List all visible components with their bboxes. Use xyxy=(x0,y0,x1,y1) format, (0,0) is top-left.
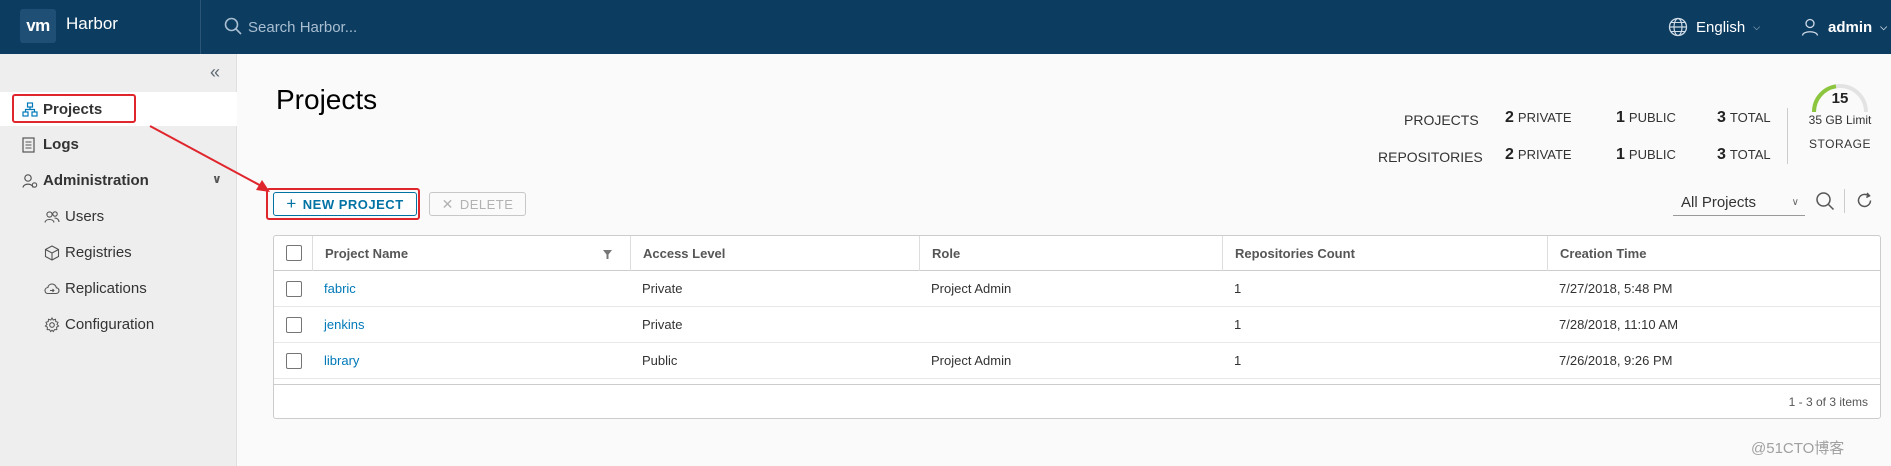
projects-public-stat: 1 PUBLIC xyxy=(1616,109,1676,126)
sidebar-item-label: Administration xyxy=(43,171,149,189)
sidebar-item-label: Logs xyxy=(43,135,79,153)
refresh-icon[interactable] xyxy=(1855,191,1874,210)
project-name-link[interactable]: fabric xyxy=(312,271,356,307)
vmware-logo: vm xyxy=(20,9,56,43)
toolbar-divider xyxy=(1844,189,1845,213)
repositories-private-stat: 2 PRIVATE xyxy=(1505,146,1572,163)
repositories-count-cell: 1 xyxy=(1234,353,1242,368)
annotation-highlight-box xyxy=(12,94,136,123)
access-level-cell: Public xyxy=(642,353,678,368)
role-cell: Project Admin xyxy=(931,353,1012,368)
users-icon xyxy=(44,211,60,223)
repositories-count-cell: 1 xyxy=(1234,317,1242,332)
delete-label: DELETE xyxy=(459,196,514,212)
repositories-total-stat: 3 TOTAL xyxy=(1717,146,1771,163)
top-header: vm Harbor English ⌵ admin ⌵ xyxy=(0,0,1891,54)
sidebar-item-registries[interactable]: Registries xyxy=(0,235,237,269)
row-checkbox[interactable] xyxy=(286,281,302,297)
table-header: Project Name Access Level Role Repositor… xyxy=(274,236,1880,271)
page-title: Projects xyxy=(276,84,378,115)
language-label: English xyxy=(1696,18,1746,36)
project-name-link[interactable]: library xyxy=(312,343,359,379)
repositories-stat-label: REPOSITORIES xyxy=(1378,149,1483,165)
search-icon xyxy=(224,17,242,35)
sidebar-item-label: Users xyxy=(65,207,105,225)
projects-table: Project Name Access Level Role Repositor… xyxy=(273,235,1881,419)
project-name-link[interactable]: jenkins xyxy=(312,307,364,343)
app-title[interactable]: Harbor xyxy=(66,14,118,34)
global-search[interactable] xyxy=(224,14,604,40)
storage-used-value: 15 xyxy=(1831,90,1849,107)
user-menu[interactable]: admin ⌵ xyxy=(1800,13,1887,41)
table-row[interactable]: library Public Project Admin 1 7/26/2018… xyxy=(274,343,1880,379)
project-filter-select[interactable]: All Projects ∨ xyxy=(1673,190,1805,216)
creation-time-cell: 7/26/2018, 9:26 PM xyxy=(1559,353,1673,368)
projects-total-stat: 3 TOTAL xyxy=(1717,109,1771,126)
filter-selected-value: All Projects xyxy=(1681,194,1757,211)
table-row[interactable]: jenkins Private 1 7/28/2018, 11:10 AM xyxy=(274,307,1880,343)
annotation-arrow xyxy=(149,125,270,192)
sidebar-item-configuration[interactable]: Configuration xyxy=(0,307,237,341)
sidebar-item-replications[interactable]: Replications xyxy=(0,271,237,305)
repositories-public-stat: 1 PUBLIC xyxy=(1616,146,1676,163)
username-label: admin xyxy=(1828,18,1873,36)
role-cell xyxy=(919,307,931,343)
creation-time-cell: 7/27/2018, 5:48 PM xyxy=(1559,281,1673,296)
chevron-down-icon: ∨ xyxy=(1791,197,1799,208)
stats-divider xyxy=(1787,108,1788,164)
creation-time-cell: 7/28/2018, 11:10 AM xyxy=(1559,317,1679,332)
table-row[interactable]: fabric Private Project Admin 1 7/27/2018… xyxy=(274,271,1880,307)
sidebar-item-users[interactable]: Users xyxy=(0,199,237,233)
watermark: @51CTO博客 xyxy=(1751,440,1845,457)
annotation-highlight-box xyxy=(266,188,420,220)
pagination-summary: 1 - 3 of 3 items xyxy=(1788,395,1868,409)
select-all-checkbox[interactable] xyxy=(286,245,302,261)
search-input[interactable] xyxy=(248,14,588,40)
registries-icon xyxy=(44,245,60,261)
storage-label: STORAGE xyxy=(1809,137,1871,151)
column-header-creation-time[interactable]: Creation Time xyxy=(1547,236,1880,271)
header-divider xyxy=(200,0,201,54)
access-level-cell: Private xyxy=(642,281,683,296)
chevron-down-icon: ⌵ xyxy=(1753,21,1761,32)
globe-icon xyxy=(1668,17,1688,37)
projects-private-stat: 2 PRIVATE xyxy=(1505,109,1572,126)
replications-icon xyxy=(44,283,60,295)
repositories-count-cell: 1 xyxy=(1234,281,1242,296)
logs-icon xyxy=(22,137,35,153)
column-header-repositories-count[interactable]: Repositories Count xyxy=(1222,236,1547,271)
role-cell: Project Admin xyxy=(931,281,1012,296)
collapse-sidebar-icon[interactable]: « xyxy=(210,62,220,83)
column-header-project-name[interactable]: Project Name xyxy=(312,236,632,271)
filter-icon[interactable] xyxy=(603,250,612,259)
storage-limit: 35 GB Limit xyxy=(1808,113,1872,127)
delete-button[interactable]: ✕ DELETE xyxy=(429,192,526,216)
row-checkbox[interactable] xyxy=(286,317,302,333)
column-header-role[interactable]: Role xyxy=(919,236,1222,271)
table-footer: 1 - 3 of 3 items xyxy=(274,384,1880,418)
gear-icon xyxy=(44,317,60,333)
search-icon[interactable] xyxy=(1815,191,1835,211)
access-level-cell: Private xyxy=(642,317,683,332)
sidebar-item-label: Replications xyxy=(65,279,147,297)
chevron-down-icon: ⌵ xyxy=(1880,21,1888,32)
sidebar-item-label: Configuration xyxy=(65,315,155,333)
close-icon: ✕ xyxy=(441,195,454,212)
row-checkbox[interactable] xyxy=(286,353,302,369)
language-selector[interactable]: English ⌵ xyxy=(1668,13,1760,41)
administration-icon xyxy=(22,174,38,188)
user-icon xyxy=(1801,18,1819,36)
column-header-access-level[interactable]: Access Level xyxy=(630,236,920,271)
projects-stat-label: PROJECTS xyxy=(1404,112,1479,128)
sidebar-item-label: Registries xyxy=(65,243,132,261)
